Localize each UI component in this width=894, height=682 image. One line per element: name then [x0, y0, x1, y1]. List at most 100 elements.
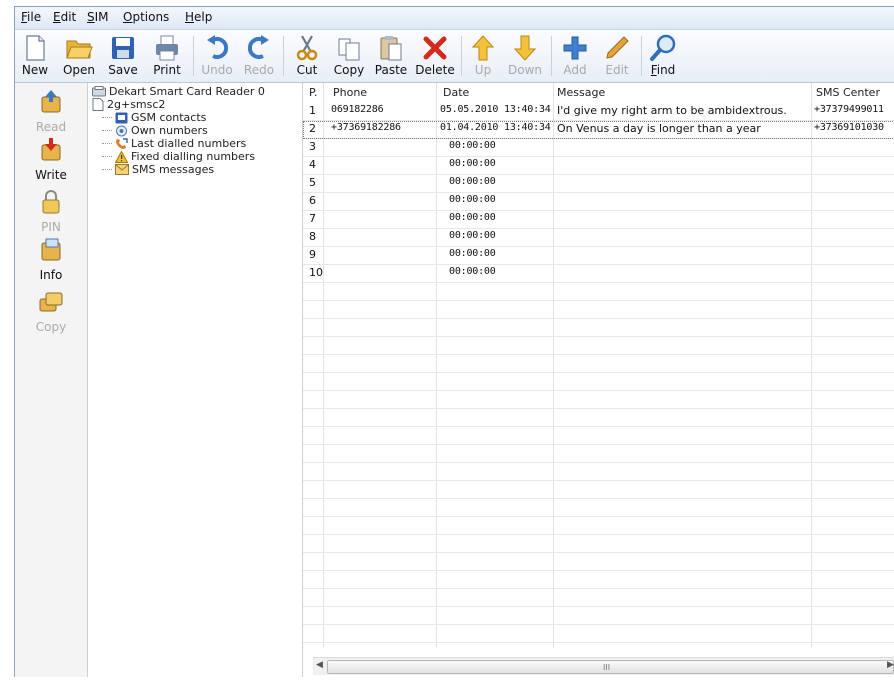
menu-edit[interactable]: Edit	[53, 10, 76, 24]
card-info-icon	[41, 238, 61, 261]
tree-node-reader[interactable]: Dekart Smart Card Reader 0	[92, 85, 265, 98]
table-row[interactable]: 7 00:00:00	[303, 211, 894, 229]
header-message[interactable]: Message	[557, 86, 605, 102]
envelope-icon	[115, 164, 129, 175]
tree-item-fixed-dialling[interactable]: Fixed dialling numbers	[102, 150, 255, 163]
scissors-icon	[296, 35, 318, 61]
read-button[interactable]: Read	[15, 89, 87, 134]
toolbar-separator	[551, 36, 552, 76]
empty-row	[303, 625, 894, 643]
undo-button[interactable]: Undo	[197, 32, 237, 80]
copy-card-button[interactable]: Copy	[15, 289, 87, 334]
open-button[interactable]: Open	[57, 32, 101, 80]
empty-row	[303, 481, 894, 499]
cell-position: 3	[309, 140, 316, 153]
horizontal-scrollbar[interactable]: ◀ III ▶	[313, 657, 894, 675]
delete-x-icon	[423, 36, 447, 60]
tree-connector	[102, 156, 112, 157]
save-button[interactable]: Save	[103, 32, 143, 80]
tree-label-card: 2g+smsc2	[107, 98, 166, 111]
sim-tree: Dekart Smart Card Reader 0 2g+smsc2 GSM …	[88, 83, 303, 677]
empty-row	[303, 337, 894, 355]
header-sms-center[interactable]: SMS Center	[816, 86, 880, 102]
tree-label: Fixed dialling numbers	[131, 150, 256, 163]
table-row[interactable]: 4 00:00:00	[303, 157, 894, 175]
empty-row	[303, 355, 894, 373]
scrollbar-thumb[interactable]: III	[327, 660, 894, 674]
empty-row	[303, 445, 894, 463]
table-row[interactable]: 9 00:00:00	[303, 247, 894, 265]
empty-row	[303, 427, 894, 445]
cell-position: 10	[309, 266, 323, 279]
tree-label: GSM contacts	[131, 111, 207, 124]
card-write-icon	[41, 138, 61, 161]
table-row[interactable]: 3 00:00:00	[303, 139, 894, 157]
cell-date: 00:00:00	[449, 158, 496, 169]
table-row[interactable]: 10 00:00:00	[303, 265, 894, 283]
tree-connector	[102, 143, 112, 144]
empty-row	[303, 319, 894, 337]
new-label: New	[21, 63, 49, 77]
toolbar-separator	[461, 36, 462, 76]
table-row[interactable]: 1 069182286 05.05.2010 13:40:34 I'd give…	[303, 103, 894, 121]
edit-label: Edit	[605, 63, 629, 77]
print-label: Print	[153, 63, 181, 77]
header-phone[interactable]: Phone	[333, 86, 367, 102]
move-up-button[interactable]: Up	[465, 32, 501, 80]
cell-position: 8	[309, 230, 316, 243]
cell-phone: 069182286	[331, 104, 384, 115]
cut-button[interactable]: Cut	[287, 32, 327, 80]
edit-button[interactable]: Edit	[597, 32, 637, 80]
app-window: File Edit SIM Options Help New Open Save…	[14, 6, 894, 677]
find-label: Find	[650, 63, 676, 77]
find-button[interactable]: Find	[645, 32, 681, 80]
redo-icon	[247, 35, 269, 59]
cell-date: 05.05.2010 13:40:34	[440, 104, 551, 115]
table-row[interactable]: 6 00:00:00	[303, 193, 894, 211]
table-row[interactable]: 5 00:00:00	[303, 175, 894, 193]
delete-label: Delete	[415, 63, 455, 77]
cell-position: 7	[309, 212, 316, 225]
menu-file[interactable]: File	[21, 10, 41, 24]
redo-button[interactable]: Redo	[239, 32, 279, 80]
menu-sim[interactable]: SIM	[87, 10, 109, 24]
move-down-button[interactable]: Down	[503, 32, 547, 80]
info-button[interactable]: Info	[15, 237, 87, 282]
cell-position: 4	[309, 158, 316, 171]
sim-action-bar: Read Write PIN Info Copy	[15, 83, 88, 677]
print-button[interactable]: Print	[145, 32, 189, 80]
tree-label: Own numbers	[131, 124, 208, 137]
empty-row	[303, 391, 894, 409]
undo-icon	[207, 35, 229, 59]
toolbar-separator	[283, 36, 284, 76]
cell-position: 6	[309, 194, 316, 207]
tree-item-sms-messages[interactable]: SMS messages	[102, 163, 214, 176]
copy-button[interactable]: Copy	[329, 32, 369, 80]
menu-help[interactable]: Help	[185, 10, 212, 24]
menu-bar: File Edit SIM Options Help	[15, 7, 894, 30]
menu-options[interactable]: Options	[123, 10, 169, 24]
empty-row	[303, 409, 894, 427]
delete-button[interactable]: Delete	[413, 32, 457, 80]
new-button[interactable]: New	[15, 32, 55, 80]
write-button[interactable]: Write	[15, 137, 87, 182]
add-button[interactable]: Add	[555, 32, 595, 80]
empty-row	[303, 517, 894, 535]
cell-position: 1	[309, 104, 316, 117]
table-row-selected[interactable]: 2 +37369182286 01.04.2010 13:40:34 On Ve…	[303, 121, 894, 139]
header-date[interactable]: Date	[443, 86, 469, 102]
scroll-right-icon[interactable]: ▶	[887, 660, 894, 670]
tree-item-own-numbers[interactable]: Own numbers	[102, 124, 208, 137]
tree-label: SMS messages	[132, 163, 215, 176]
paste-button[interactable]: Paste	[371, 32, 411, 80]
tree-item-last-dialled[interactable]: Last dialled numbers	[102, 137, 246, 150]
cell-sms-center: +37369101030	[814, 122, 884, 133]
scroll-left-icon[interactable]: ◀	[316, 660, 323, 670]
cell-date: 01.04.2010 13:40:34	[440, 122, 551, 133]
tree-node-card[interactable]: 2g+smsc2	[92, 98, 165, 111]
header-position[interactable]: P.	[309, 86, 317, 102]
pin-button[interactable]: PIN	[15, 189, 87, 234]
tree-item-gsm-contacts[interactable]: GSM contacts	[102, 111, 206, 124]
table-row[interactable]: 8 00:00:00	[303, 229, 894, 247]
floppy-disk-icon	[112, 37, 134, 59]
